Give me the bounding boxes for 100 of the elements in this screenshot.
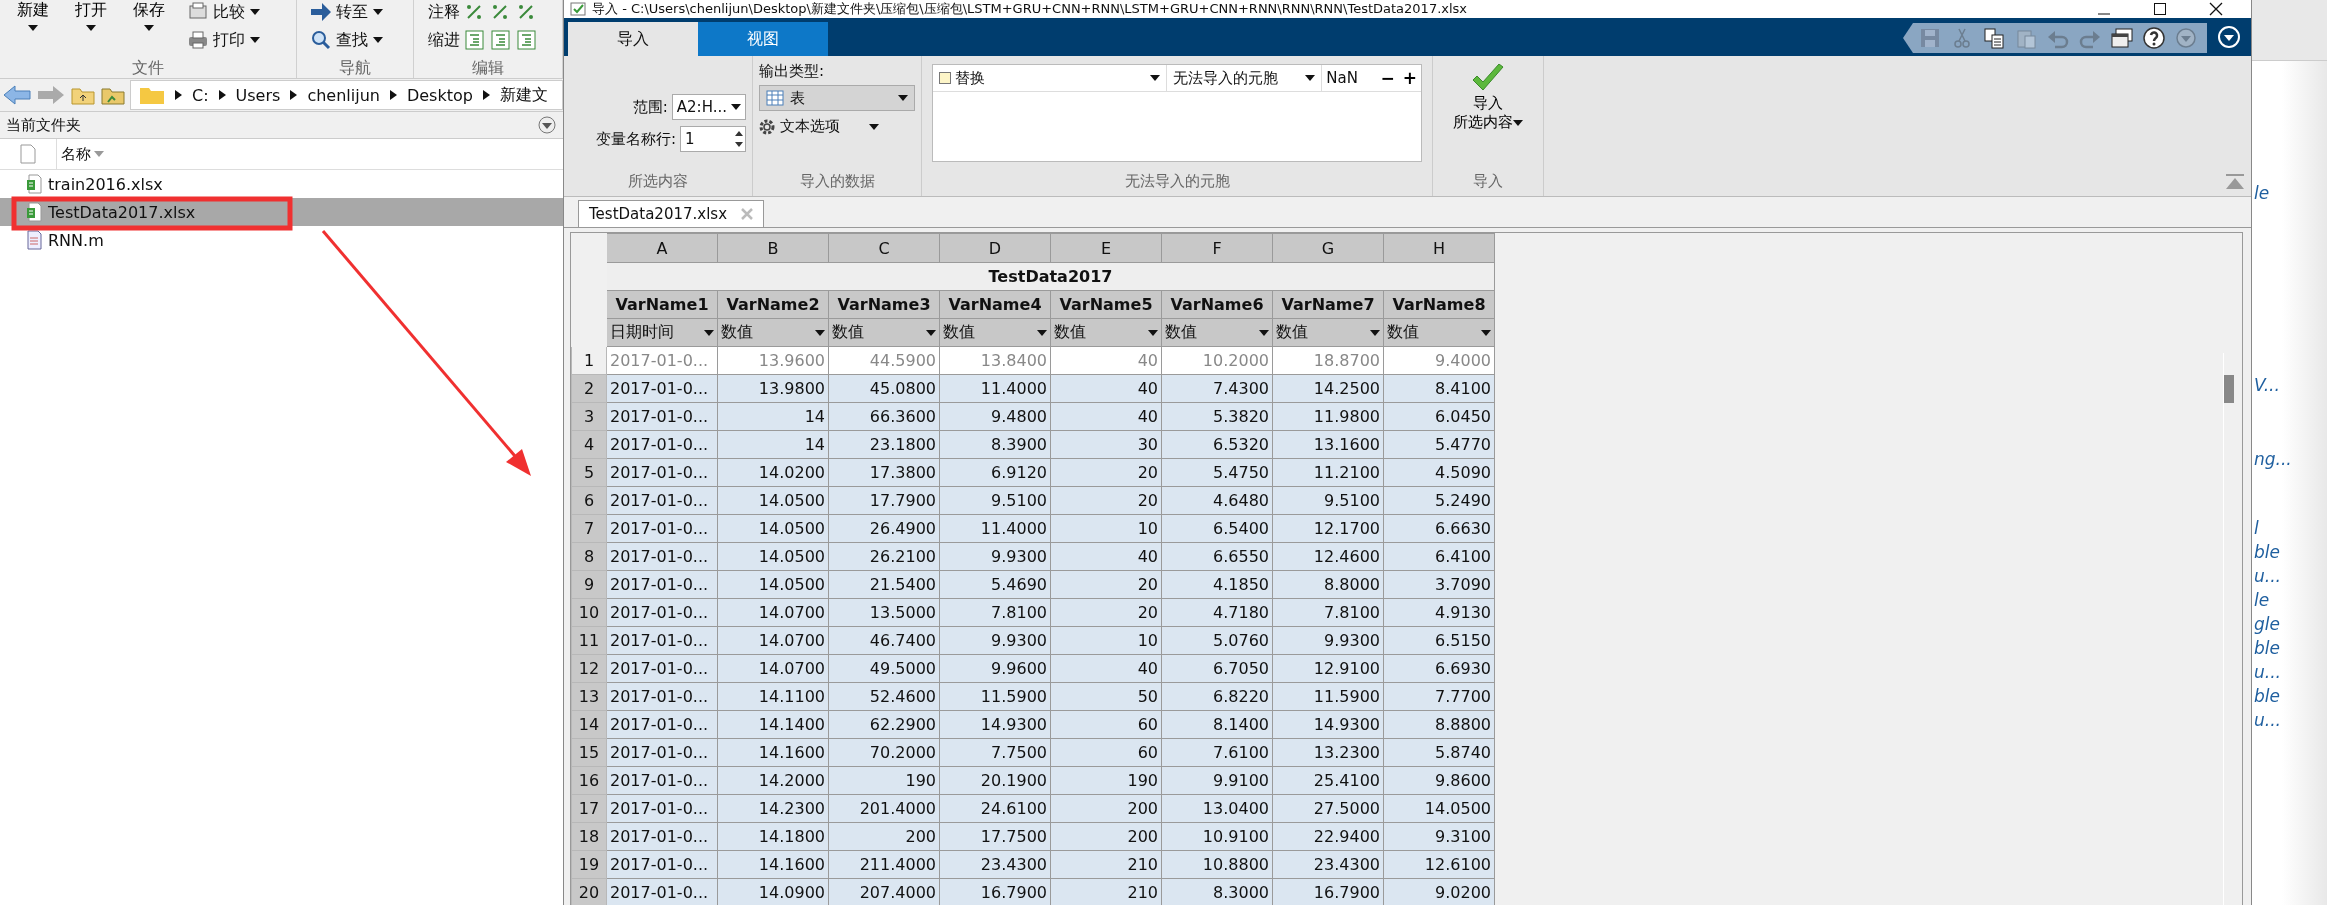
table-cell: 44.5900 xyxy=(828,346,940,375)
variable-name[interactable]: VarName2 xyxy=(717,290,829,319)
column-letter[interactable]: B xyxy=(717,233,829,263)
variable-name[interactable]: VarName7 xyxy=(1272,290,1384,319)
rule-button[interactable]: − xyxy=(1376,68,1399,88)
text-options-button[interactable]: 文本选项 xyxy=(759,117,915,136)
table-cell: 8.3000 xyxy=(1161,878,1273,905)
document-tab[interactable]: TestData2017.xlsx xyxy=(578,200,765,227)
caret-icon xyxy=(815,329,825,336)
forward-arrow-icon[interactable] xyxy=(36,84,66,106)
range-dropdown[interactable]: A2:H... xyxy=(671,94,746,120)
table-cell: 8.8000 xyxy=(1272,570,1384,599)
chevron-icon xyxy=(218,90,226,100)
toolbar-button[interactable]: 查找 xyxy=(311,28,383,52)
path-segment[interactable]: C: xyxy=(192,85,209,105)
caret-icon xyxy=(1305,75,1316,81)
value-field[interactable]: NaN xyxy=(1322,69,1377,87)
toolbar-button[interactable]: 新建 xyxy=(8,0,58,58)
workspace-text: le xyxy=(2253,589,2271,612)
row-number[interactable]: 8 xyxy=(571,542,607,571)
row-number[interactable]: 15 xyxy=(571,738,607,767)
row-number[interactable]: 4 xyxy=(571,430,607,459)
toolbar-button[interactable]: 转至 xyxy=(311,0,383,24)
row-number[interactable]: 13 xyxy=(571,682,607,711)
table-cell: 45.0800 xyxy=(828,374,940,403)
row-number[interactable]: 11 xyxy=(571,626,607,655)
variable-name[interactable]: VarName4 xyxy=(939,290,1051,319)
table-cell: 14.0200 xyxy=(717,458,829,487)
caret-icon xyxy=(373,9,383,15)
toolbar-button[interactable]: 打印 xyxy=(188,28,260,52)
scrollbar-thumb[interactable] xyxy=(2224,375,2234,403)
row-number[interactable]: 1 xyxy=(571,346,607,375)
copy-icon[interactable] xyxy=(1983,27,2005,49)
indent-icon[interactable] xyxy=(517,30,537,50)
output-type-dropdown[interactable]: 表 xyxy=(759,85,915,111)
table-cell: 190 xyxy=(828,766,940,795)
windows-icon[interactable] xyxy=(2111,27,2133,49)
row-number[interactable]: 2 xyxy=(571,374,607,403)
variable-name[interactable]: VarName3 xyxy=(828,290,940,319)
toolbar-button[interactable]: 比较 xyxy=(188,0,260,24)
help-icon[interactable] xyxy=(2143,27,2165,49)
action-dropdown[interactable]: 替换 xyxy=(933,65,1167,91)
column-letter[interactable]: D xyxy=(939,233,1051,263)
maximize-icon[interactable] xyxy=(2153,2,2167,16)
column-letter[interactable]: F xyxy=(1161,233,1273,263)
row-number[interactable]: 3 xyxy=(571,402,607,431)
column-letter[interactable]: C xyxy=(828,233,940,263)
address-field[interactable]: C: Users chenlijun Desktop 新建文 xyxy=(130,80,563,110)
close-icon[interactable] xyxy=(2209,2,2223,16)
path-segment[interactable]: Desktop xyxy=(406,85,473,105)
table-cell: 16.7900 xyxy=(939,878,1051,905)
table-cell: 66.3600 xyxy=(828,402,940,431)
tab[interactable]: 视图 xyxy=(698,22,828,56)
indent-icon[interactable] xyxy=(465,30,485,50)
column-letter[interactable]: E xyxy=(1050,233,1162,263)
collapse-icon[interactable] xyxy=(2225,174,2245,190)
table-cell: 9.9300 xyxy=(1272,626,1384,655)
toolbar-button[interactable]: 保存 xyxy=(124,0,174,58)
table-cell: 7.7500 xyxy=(939,738,1051,767)
column-letter[interactable]: A xyxy=(606,233,718,263)
import-selection-button[interactable]: 导入 所选内容 xyxy=(1451,62,1525,134)
tab[interactable]: 导入 xyxy=(568,22,698,56)
indent-icon[interactable] xyxy=(491,30,511,50)
back-arrow-icon[interactable] xyxy=(2,84,32,106)
row-number[interactable]: 16 xyxy=(571,766,607,795)
row-number[interactable]: 7 xyxy=(571,514,607,543)
path-segment[interactable]: Users xyxy=(235,85,281,105)
table-cell: 2017-01-0... xyxy=(606,598,718,627)
row-number[interactable]: 5 xyxy=(571,458,607,487)
file-row[interactable]: RNN.m xyxy=(0,226,563,254)
variable-name[interactable]: VarName1 xyxy=(606,290,718,319)
variable-name[interactable]: VarName5 xyxy=(1050,290,1162,319)
row-number[interactable]: 10 xyxy=(571,598,607,627)
spreadsheet-file-icon xyxy=(26,174,42,194)
table-cell: 14.0500 xyxy=(717,514,829,543)
column-letter[interactable]: G xyxy=(1272,233,1384,263)
row-number[interactable]: 9 xyxy=(571,570,607,599)
toolbar-button[interactable]: 打开 xyxy=(66,0,116,58)
workspace-text: gle xyxy=(2253,613,2281,636)
column-header[interactable]: 名称 xyxy=(56,139,104,169)
row-number[interactable]: 6 xyxy=(571,486,607,515)
path-segment[interactable]: chenlijun xyxy=(307,85,380,105)
variable-name[interactable]: VarName6 xyxy=(1161,290,1273,319)
table-cell: 6.4100 xyxy=(1383,542,1495,571)
variable-name[interactable]: VarName8 xyxy=(1383,290,1495,319)
row-number[interactable]: 17 xyxy=(571,794,607,823)
rule-button[interactable]: + xyxy=(1398,68,1421,88)
file-row[interactable]: TestData2017.xlsx xyxy=(0,198,563,226)
column-letter[interactable]: H xyxy=(1383,233,1495,263)
number-spinner[interactable]: 1 xyxy=(680,126,746,152)
dropdown-icon[interactable] xyxy=(537,115,557,135)
row-number[interactable]: 12 xyxy=(571,654,607,683)
row-number[interactable]: 18 xyxy=(571,822,607,851)
row-number[interactable]: 19 xyxy=(571,850,607,879)
file-row[interactable]: train2016.xlsx xyxy=(0,170,563,198)
table-cell: 14.0500 xyxy=(717,486,829,515)
row-number[interactable]: 14 xyxy=(571,710,607,739)
cell-type-dropdown[interactable]: 无法导入的元胞 xyxy=(1167,65,1323,91)
path-segment[interactable]: 新建文 xyxy=(499,84,548,106)
row-number[interactable]: 20 xyxy=(571,878,607,905)
